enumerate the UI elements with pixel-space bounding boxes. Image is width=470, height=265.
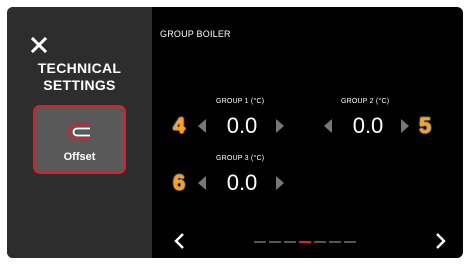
page-title: GROUP BOILER bbox=[160, 29, 231, 39]
page-dot bbox=[329, 241, 341, 243]
group-3-decrease-arrow[interactable] bbox=[197, 175, 207, 191]
group-1-label: GROUP 1 (°C) bbox=[216, 98, 265, 105]
sidebar: TECHNICAL SETTINGS Offset bbox=[7, 7, 152, 258]
group-1-value[interactable]: 0.0 bbox=[214, 115, 270, 137]
group-2-increase-arrow[interactable] bbox=[400, 118, 410, 134]
page-indicator bbox=[254, 241, 376, 243]
group-2-value[interactable]: 0.0 bbox=[340, 115, 396, 137]
page-dot bbox=[269, 241, 281, 243]
page-dot bbox=[314, 241, 326, 243]
next-page-button[interactable] bbox=[433, 232, 447, 250]
screen: TECHNICAL SETTINGS Offset GROUP BOILER G… bbox=[7, 7, 463, 258]
page-dot bbox=[284, 241, 296, 243]
group-2-decrease-arrow[interactable] bbox=[323, 118, 333, 134]
group-1-badge: 4 bbox=[173, 113, 186, 138]
group-3-badge: 6 bbox=[173, 170, 186, 195]
sidebar-title: TECHNICAL SETTINGS bbox=[37, 60, 122, 93]
page-dot bbox=[344, 241, 356, 243]
previous-page-button[interactable] bbox=[173, 232, 187, 250]
group-1-increase-arrow[interactable] bbox=[275, 118, 285, 134]
group-3-value[interactable]: 0.0 bbox=[214, 172, 270, 194]
group-2-label: GROUP 2 (°C) bbox=[341, 98, 390, 105]
group-3-label: GROUP 3 (°C) bbox=[216, 155, 265, 162]
offset-icon bbox=[68, 124, 90, 140]
offset-card-label: Offset bbox=[63, 151, 96, 163]
offset-card[interactable]: Offset bbox=[33, 105, 126, 174]
close-icon bbox=[31, 37, 47, 53]
page-dot bbox=[299, 241, 311, 243]
close-button[interactable] bbox=[29, 35, 49, 55]
group-1-decrease-arrow[interactable] bbox=[197, 118, 207, 134]
group-2-badge: 5 bbox=[419, 113, 432, 138]
page-dot bbox=[254, 241, 266, 243]
group-3-increase-arrow[interactable] bbox=[275, 175, 285, 191]
